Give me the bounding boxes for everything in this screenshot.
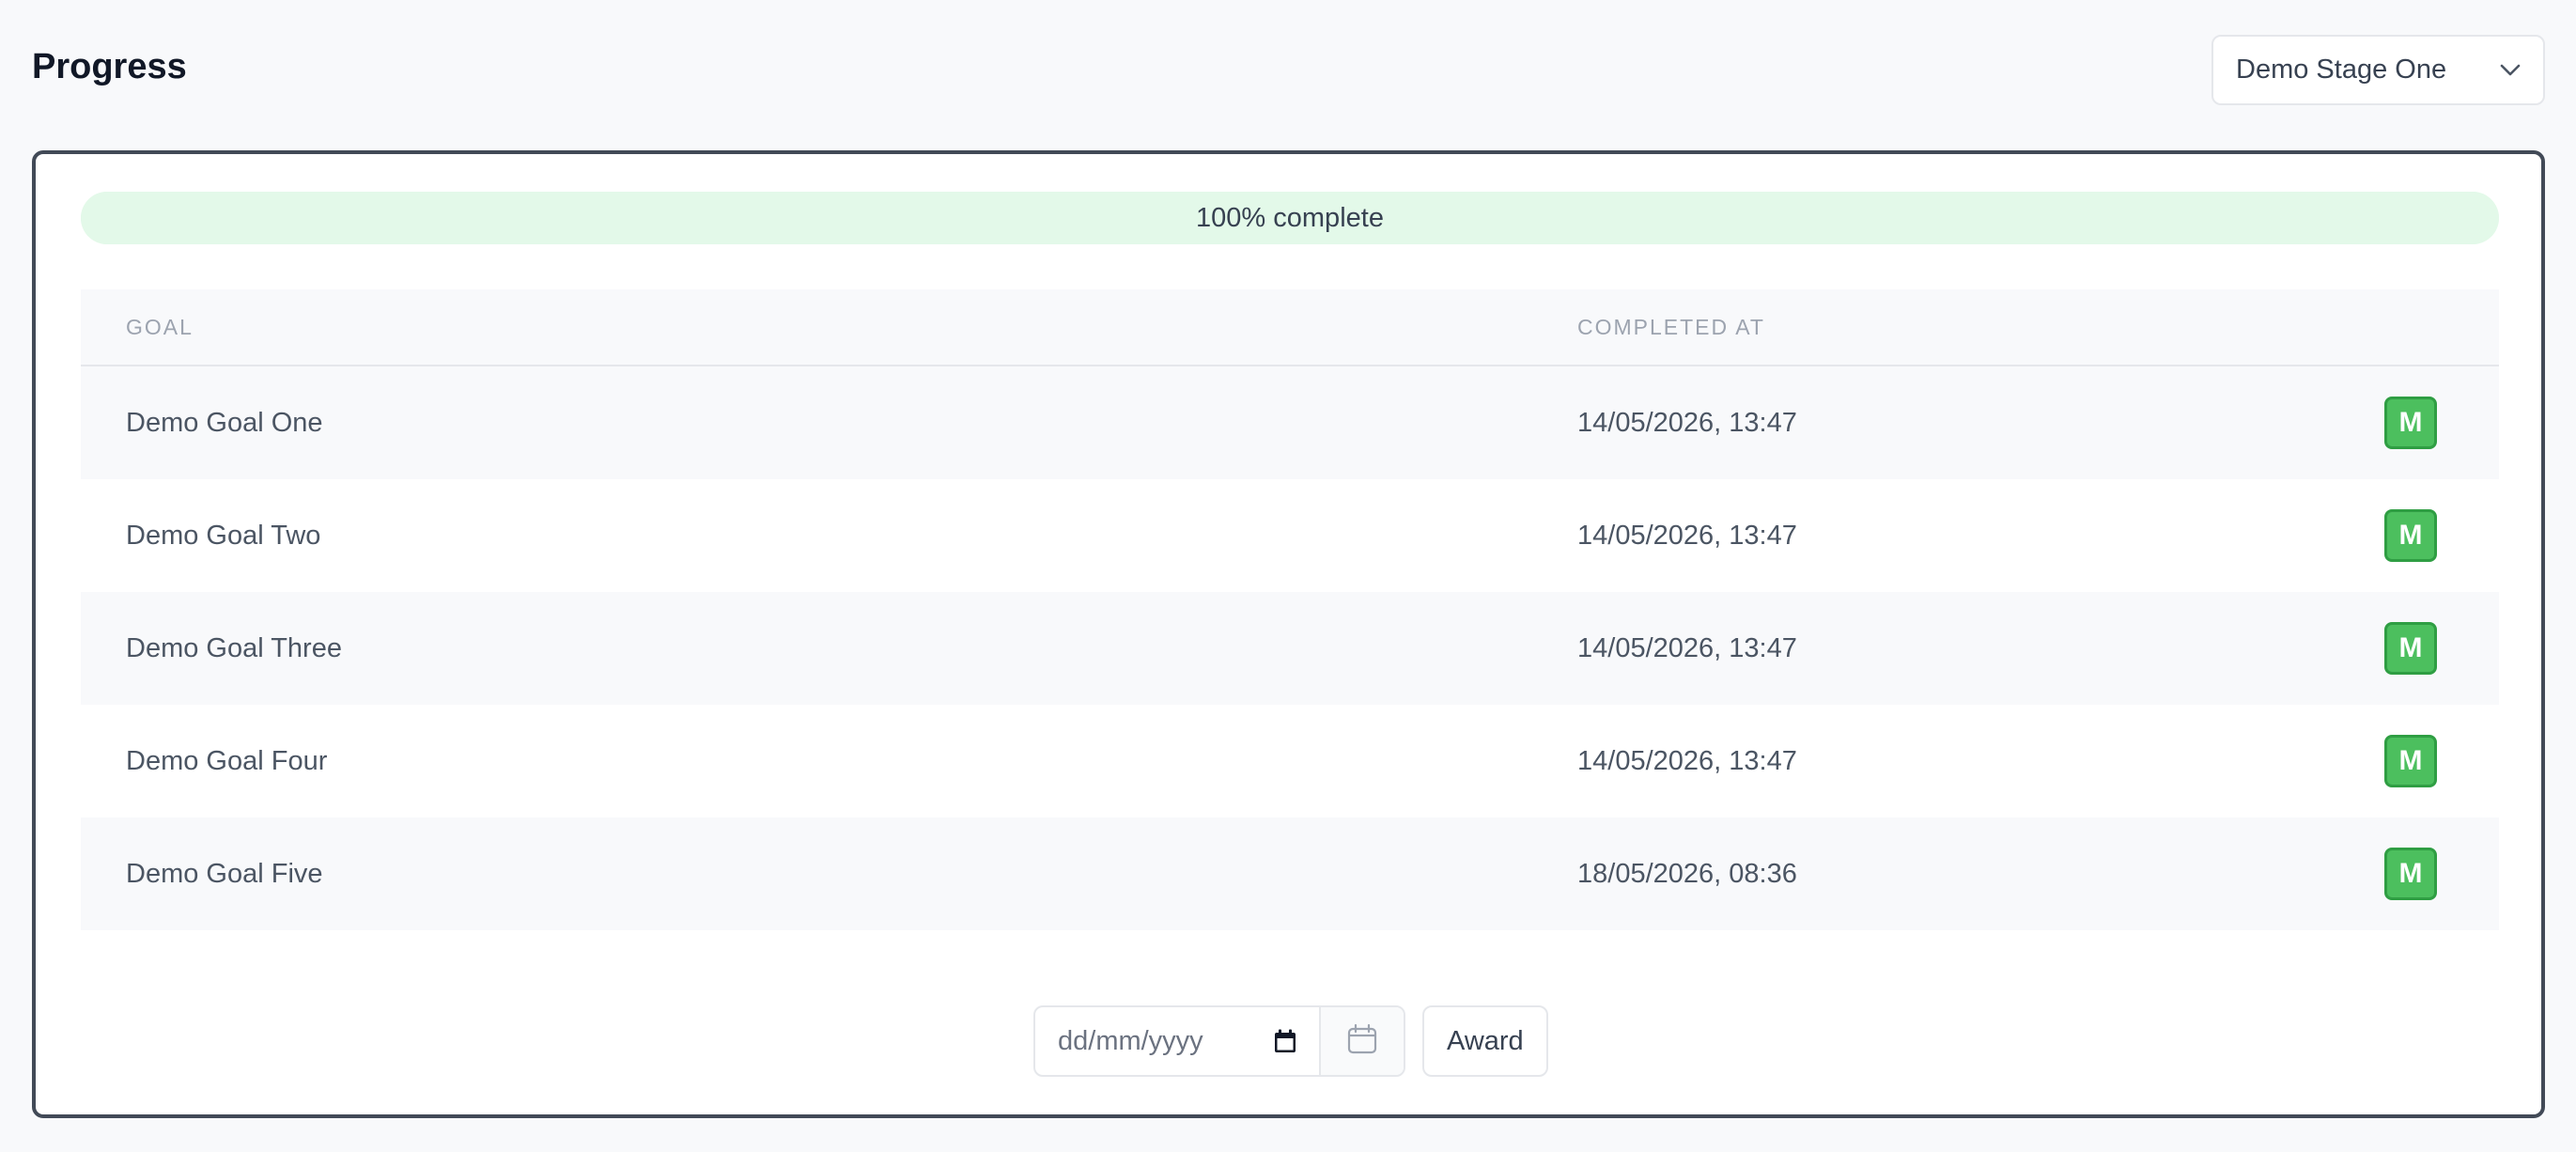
table-body: Demo Goal One 14/05/2026, 13:47 M Demo Goal…: [81, 366, 2499, 930]
column-header-completed-at: COMPLETED AT: [1577, 314, 1765, 339]
goal-name: Demo Goal Five: [126, 858, 323, 889]
table-row: Demo Goal Three 14/05/2026, 13:47 M: [81, 592, 2499, 705]
goal-name: Demo Goal One: [126, 407, 323, 438]
column-header-goal: GOAL: [126, 314, 194, 339]
award-bar: dd/mm/yyyy Award: [1033, 1005, 1548, 1077]
progress-label: 100% complete: [1196, 202, 1384, 233]
status-badge[interactable]: M: [2384, 622, 2437, 675]
status-badge[interactable]: M: [2384, 397, 2437, 449]
status-badge[interactable]: M: [2384, 509, 2437, 562]
goal-name: Demo Goal Three: [126, 632, 342, 663]
calendar-icon: [1346, 1023, 1378, 1060]
table-row: Demo Goal Two 14/05/2026, 13:47 M: [81, 479, 2499, 592]
table-row: Demo Goal Five 18/05/2026, 08:36 M: [81, 817, 2499, 930]
status-badge[interactable]: M: [2384, 735, 2437, 787]
table-row: Demo Goal One 14/05/2026, 13:47 M: [81, 366, 2499, 479]
status-badge[interactable]: M: [2384, 848, 2437, 900]
goal-name: Demo Goal Two: [126, 520, 321, 551]
calendar-icon[interactable]: [1274, 1029, 1296, 1053]
progress-bar: 100% complete: [81, 192, 2499, 244]
completed-at: 14/05/2026, 13:47: [1577, 520, 1797, 551]
page: Progress Demo Stage One 100% complete GO…: [0, 0, 2576, 1152]
goals-table: GOAL COMPLETED AT Demo Goal One 14/05/202…: [81, 289, 2499, 930]
date-picker-button[interactable]: [1319, 1007, 1404, 1075]
chevron-down-icon: [2500, 64, 2521, 77]
table-row: Demo Goal Four 14/05/2026, 13:47 M: [81, 705, 2499, 817]
date-placeholder: dd/mm/yyyy: [1058, 1025, 1203, 1056]
goal-name: Demo Goal Four: [126, 745, 328, 776]
completed-at: 14/05/2026, 13:47: [1577, 632, 1797, 663]
stage-select-value: Demo Stage One: [2236, 54, 2447, 85]
stage-select[interactable]: Demo Stage One: [2211, 35, 2545, 105]
award-date-input[interactable]: dd/mm/yyyy: [1035, 1007, 1319, 1075]
award-button[interactable]: Award: [1422, 1005, 1548, 1077]
page-title: Progress: [32, 47, 187, 86]
progress-card: 100% complete GOAL COMPLETED AT Demo Goa…: [32, 150, 2545, 1118]
table-header: GOAL COMPLETED AT: [81, 289, 2499, 366]
date-group: dd/mm/yyyy: [1033, 1005, 1405, 1077]
completed-at: 14/05/2026, 13:47: [1577, 745, 1797, 776]
completed-at: 18/05/2026, 08:36: [1577, 858, 1797, 889]
completed-at: 14/05/2026, 13:47: [1577, 407, 1797, 438]
